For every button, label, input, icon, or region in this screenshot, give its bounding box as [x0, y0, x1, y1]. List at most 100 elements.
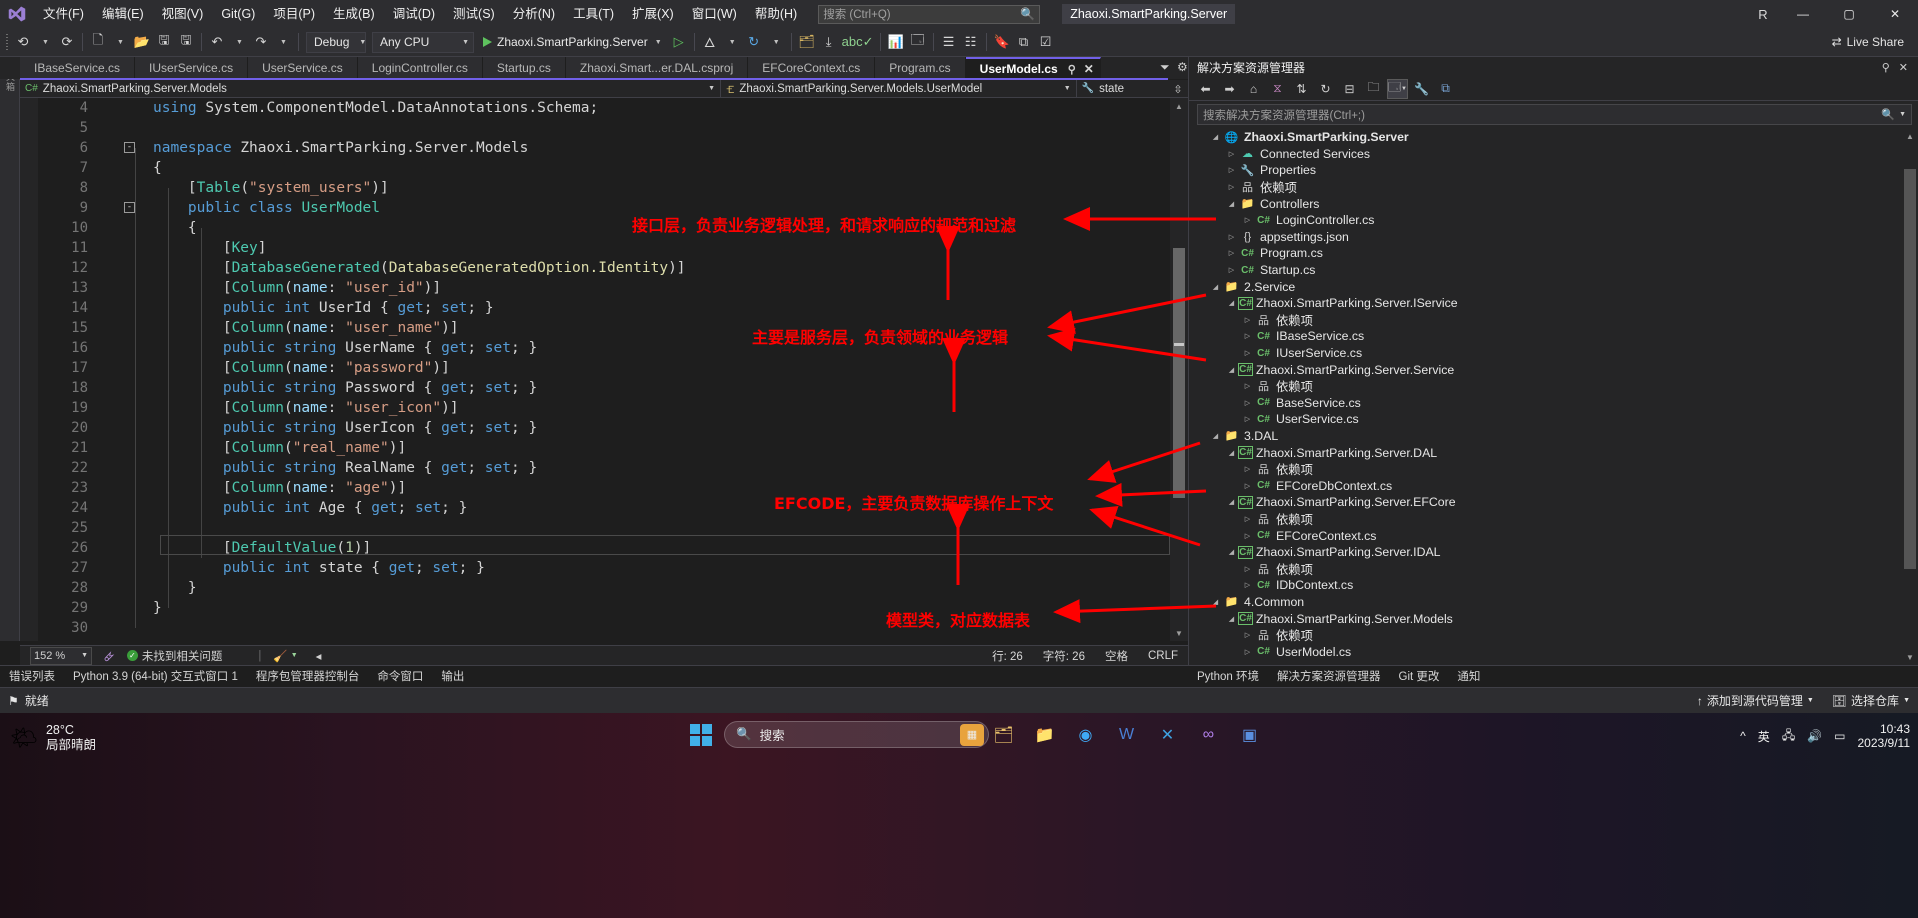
solution-tree-item[interactable]: ▷ C# IUserService.cs	[1189, 345, 1901, 362]
line-ending-mode[interactable]: CRLF	[1138, 650, 1188, 662]
solution-tree-item[interactable]: ▷ ☁ Connected Services	[1189, 146, 1901, 163]
solution-scrollbar-thumb[interactable]	[1904, 169, 1916, 569]
code-line[interactable]: 8 [Table("system_users")]	[38, 178, 1188, 198]
code-line[interactable]: 6 - namespace Zhaoxi.SmartParking.Server.M…	[38, 138, 1188, 158]
solution-explorer-tree[interactable]: ◢ 🌐 Zhaoxi.SmartParking.Server ▷ ☁ Connected …	[1189, 129, 1901, 665]
solution-tree-item[interactable]: ▷ 品依赖项	[1189, 378, 1901, 395]
solution-explorer-search[interactable]: 搜索解决方案资源管理器(Ctrl+;) 🔍 ▼	[1197, 104, 1912, 125]
expand-arrow-closed-icon[interactable]: ▷	[1241, 411, 1254, 427]
battery-icon[interactable]: ▭	[1834, 729, 1845, 743]
navigate-backward-icon[interactable]: ⟲	[12, 31, 34, 53]
code-editor[interactable]: 4 using System.ComponentModel.DataAnnotat…	[20, 98, 1188, 641]
menu-build[interactable]: 生成(B)	[324, 0, 384, 28]
bottom-tab[interactable]: 命令窗口	[368, 666, 432, 688]
solution-tree-item[interactable]: ▷ 品依赖项	[1189, 560, 1901, 577]
editor-tab-zhaoxi-smart-er-dal-csproj[interactable]: Zhaoxi.Smart...er.DAL.csproj	[565, 57, 749, 79]
quick-launch-search[interactable]: 搜索 (Ctrl+Q) 🔍	[818, 4, 1041, 24]
scroll-up-icon[interactable]: ▲	[1902, 129, 1918, 144]
menu-project[interactable]: 项目(P)	[264, 0, 324, 28]
tray-expand-icon[interactable]: ^	[1740, 729, 1746, 743]
scroll-left-icon[interactable]: ◂	[316, 649, 322, 663]
network-icon[interactable]: 🖧	[1782, 726, 1795, 747]
solution-tree-item[interactable]: ▷ C# EFCoreDbContext.cs	[1189, 477, 1901, 494]
maximize-button[interactable]: ▢	[1826, 0, 1872, 28]
undo-dropdown-icon[interactable]: ▼	[228, 31, 250, 53]
collapse-all-icon[interactable]: ⊟	[1339, 79, 1360, 99]
file-explorer-icon[interactable]: 🗂	[990, 721, 1017, 748]
editor-tab-ibaseservice-cs[interactable]: IBaseService.cs	[20, 57, 136, 79]
solution-view-icon[interactable]: ⧖	[1267, 79, 1288, 99]
solution-tree-item[interactable]: ▷ C# Startup.cs	[1189, 262, 1901, 279]
editor-tab-efcorecontext-cs[interactable]: EFCoreContext.cs	[748, 57, 876, 79]
navigate-forward-icon[interactable]: ⟳	[56, 31, 78, 53]
expand-arrow-closed-icon[interactable]: ▷	[1241, 461, 1254, 477]
code-line[interactable]: 7{	[38, 158, 1188, 178]
scroll-down-icon[interactable]: ▼	[1170, 625, 1188, 641]
expand-arrow-closed-icon[interactable]: ▷	[1241, 478, 1254, 494]
expand-arrow-closed-icon[interactable]: ▷	[1241, 627, 1254, 643]
undo-icon[interactable]: ↶	[206, 31, 228, 53]
breadcrumb-type[interactable]: 🝗 Zhaoxi.SmartParking.Server.Models.User…	[721, 80, 1077, 97]
expand-arrow-open-icon[interactable]: ◢	[1225, 295, 1238, 311]
solution-configuration-combo[interactable]: Debug ▼	[306, 31, 366, 53]
solution-tree-item[interactable]: ◢ C# Zhaoxi.SmartParking.Server.IDAL	[1189, 544, 1901, 561]
close-icon[interactable]: ✕	[1084, 62, 1094, 76]
word-icon[interactable]: W	[1113, 721, 1140, 748]
split-editor-icon[interactable]: ⇳	[1168, 80, 1188, 98]
solution-tree-item[interactable]: ▷ 品依赖项	[1189, 179, 1901, 196]
code-line[interactable]: 19 [Column(name: "user_icon")]	[38, 398, 1188, 418]
expand-arrow-open-icon[interactable]: ◢	[1225, 611, 1238, 627]
navigate-forward-icon[interactable]: ➡	[1219, 79, 1240, 99]
expand-arrow-closed-icon[interactable]: ▷	[1241, 577, 1254, 593]
navigate-back-icon[interactable]: ⬅	[1195, 79, 1216, 99]
taskbar-clock[interactable]: 10:43 2023/9/11	[1858, 722, 1911, 750]
toolbar-grip[interactable]	[4, 33, 12, 51]
editor-tab-logincontroller-cs[interactable]: LoginController.cs	[357, 57, 483, 79]
restart-dropdown-icon[interactable]: ▼	[765, 31, 787, 53]
navigate-backward-dropdown-icon[interactable]: ▼	[34, 31, 56, 53]
expand-arrow-closed-icon[interactable]: ▷	[1241, 212, 1254, 228]
refresh-icon[interactable]: ↻	[1315, 79, 1336, 99]
select-next-icon[interactable]: 🗂	[796, 31, 818, 53]
minimize-button[interactable]: —	[1780, 0, 1826, 28]
editor-vertical-scrollbar[interactable]: ▲ ▼	[1170, 98, 1188, 641]
pending-changes-filter-icon[interactable]: ⇅	[1291, 79, 1312, 99]
teams-icon[interactable]: ▣	[1236, 721, 1263, 748]
start-button-icon[interactable]	[690, 723, 712, 746]
solution-tree-item[interactable]: ◢ 🌐 Zhaoxi.SmartParking.Server	[1189, 129, 1901, 146]
code-line[interactable]: 22 public string RealName { get; set; }	[38, 458, 1188, 478]
menu-edit[interactable]: 编辑(E)	[93, 0, 153, 28]
account-avatar[interactable]: R	[1746, 0, 1780, 28]
fold-toggle-icon[interactable]: -	[124, 142, 135, 153]
bottom-tab[interactable]: 输出	[432, 666, 473, 688]
solution-tree-item[interactable]: ◢ 📁 3.DAL	[1189, 428, 1901, 445]
menu-test[interactable]: 测试(S)	[444, 0, 504, 28]
editor-tab-usermodel-cs[interactable]: UserModel.cs ⚲ ✕	[965, 57, 1101, 79]
redo-icon[interactable]: ↷	[250, 31, 272, 53]
menu-file[interactable]: 文件(F)	[34, 0, 93, 28]
code-line[interactable]: 4 using System.ComponentModel.DataAnnotat…	[38, 98, 1188, 118]
expand-arrow-closed-icon[interactable]: ▷	[1241, 561, 1254, 577]
menu-extensions[interactable]: 扩展(X)	[623, 0, 683, 28]
properties-toggle-icon[interactable]: 🗔 ▼	[1387, 78, 1408, 99]
solution-tree-item[interactable]: ▷ 品依赖项	[1189, 461, 1901, 478]
editor-tab-userservice-cs[interactable]: UserService.cs	[248, 57, 358, 79]
issue-status[interactable]: ✓ 未找到相关问题	[126, 648, 222, 664]
new-project-icon[interactable]: 🗋	[87, 31, 109, 53]
solution-tree-item[interactable]: ◢ C# Zhaoxi.SmartParking.Server.Service	[1189, 361, 1901, 378]
scroll-up-icon[interactable]: ▲	[1170, 98, 1188, 114]
code-text-area[interactable]: 4 using System.ComponentModel.DataAnnotat…	[38, 98, 1188, 641]
right-dock-tab[interactable]: 解决方案资源管理器	[1268, 666, 1390, 688]
expand-arrow-closed-icon[interactable]: ▷	[1241, 395, 1254, 411]
expand-arrow-closed-icon[interactable]: ▷	[1241, 378, 1254, 394]
code-line[interactable]: 18 public string Password { get; set; }	[38, 378, 1188, 398]
folder-icon[interactable]: 📁	[1031, 721, 1058, 748]
expand-arrow-open-icon[interactable]: ◢	[1225, 544, 1238, 560]
solution-tree-item[interactable]: ◢ 📁 2.Service	[1189, 278, 1901, 295]
ime-language-indicator[interactable]: 英	[1758, 728, 1770, 745]
pin-icon[interactable]: ⚲	[1068, 63, 1076, 76]
expand-arrow-closed-icon[interactable]: ▷	[1225, 229, 1238, 245]
right-dock-tab[interactable]: Git 更改	[1390, 666, 1449, 688]
right-dock-tab[interactable]: Python 环境	[1188, 666, 1268, 688]
menu-git[interactable]: Git(G)	[212, 0, 264, 28]
